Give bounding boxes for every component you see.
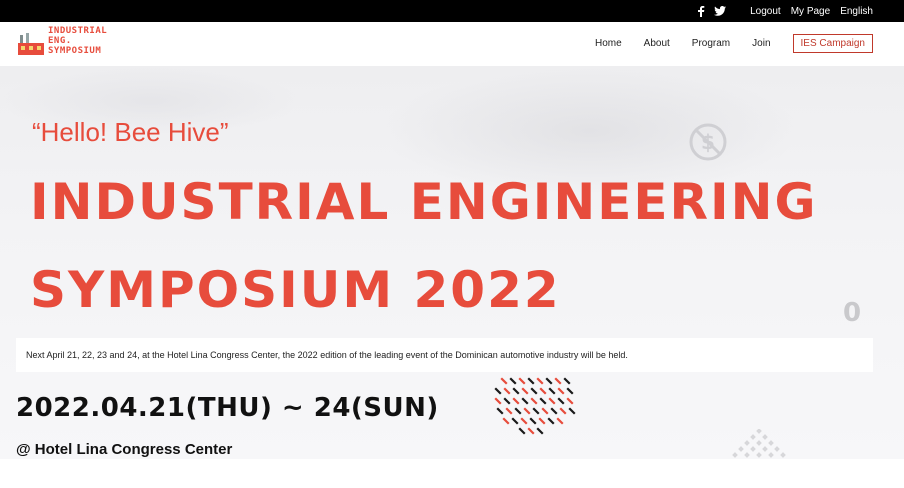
primary-nav: Home About Program Join IES Campaign [573, 34, 873, 53]
event-venue: @ Hotel Lina Congress Center [16, 441, 233, 458]
logo-text: INDUSTRIAL ENG. SYMPOSIUM [48, 26, 107, 56]
nav-item-about[interactable]: About [644, 38, 670, 49]
logout-link[interactable]: Logout [750, 6, 781, 17]
event-description: Next April 21, 22, 23 and 24, at the Hot… [16, 338, 873, 372]
hero-greeting: “Hello! Bee Hive” [32, 117, 229, 147]
nav-item-home[interactable]: Home [595, 38, 622, 49]
factory-icon [18, 33, 44, 55]
language-link[interactable]: English [840, 6, 873, 17]
event-date: 2022.04.21(THU) ~ 24(SUN) [16, 393, 439, 423]
social-links [695, 5, 727, 17]
logo-line-2: ENG. [48, 36, 72, 46]
top-utility-bar: Logout My Page English [0, 0, 904, 22]
hero-title-line-2: SYMPOSIUM 2022 [30, 261, 561, 319]
hero-title: INDUSTRIAL ENGINEERING SYMPOSIUM 2022 [30, 158, 818, 334]
nav-item-join[interactable]: Join [752, 38, 770, 49]
logo-line-1: INDUSTRIAL [48, 26, 108, 36]
ies-campaign-button[interactable]: IES Campaign [792, 34, 873, 53]
nav-item-program[interactable]: Program [692, 38, 730, 49]
my-page-link[interactable]: My Page [791, 6, 830, 17]
no-money-icon: $ [688, 122, 728, 162]
decor-zero-icon: 0 [843, 298, 862, 328]
twitter-icon[interactable] [714, 5, 727, 17]
diamond-pattern-icon [728, 428, 792, 459]
hero-section: “Hello! Bee Hive” INDUSTRIAL ENGINEERING… [0, 66, 904, 459]
logo-line-3: SYMPOSIUM [48, 46, 102, 56]
hero-title-line-1: INDUSTRIAL ENGINEERING [30, 173, 818, 231]
facebook-icon[interactable] [695, 5, 707, 17]
dot-pattern-icon [490, 373, 578, 435]
site-logo[interactable]: INDUSTRIAL ENG. SYMPOSIUM [18, 26, 107, 56]
main-navbar: INDUSTRIAL ENG. SYMPOSIUM Home About Pro… [0, 22, 904, 66]
